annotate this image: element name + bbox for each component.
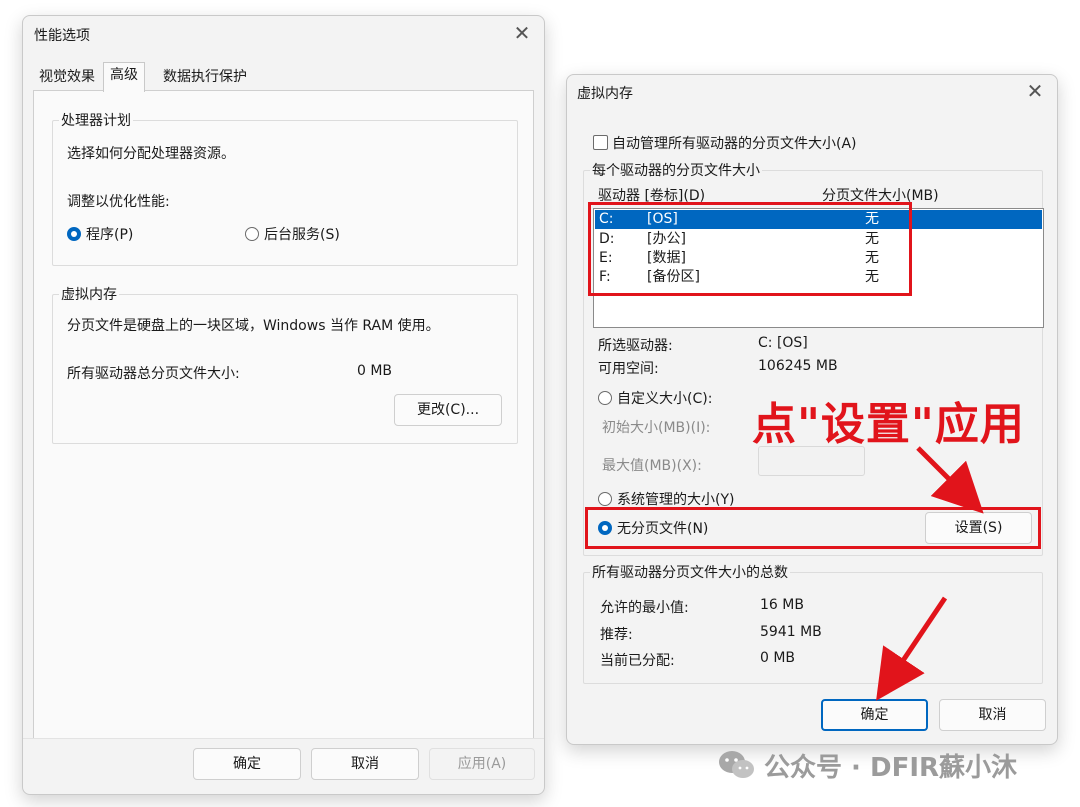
arrow-to-ok-button xyxy=(876,596,948,701)
wechat-icon xyxy=(719,751,754,778)
annotation-arrows xyxy=(876,446,984,701)
watermark-text: 公众号 · DFIR蘇小沐 xyxy=(764,753,1018,783)
arrow-to-set-button xyxy=(916,446,984,514)
tab-advanced[interactable]: 高级 xyxy=(103,62,145,92)
